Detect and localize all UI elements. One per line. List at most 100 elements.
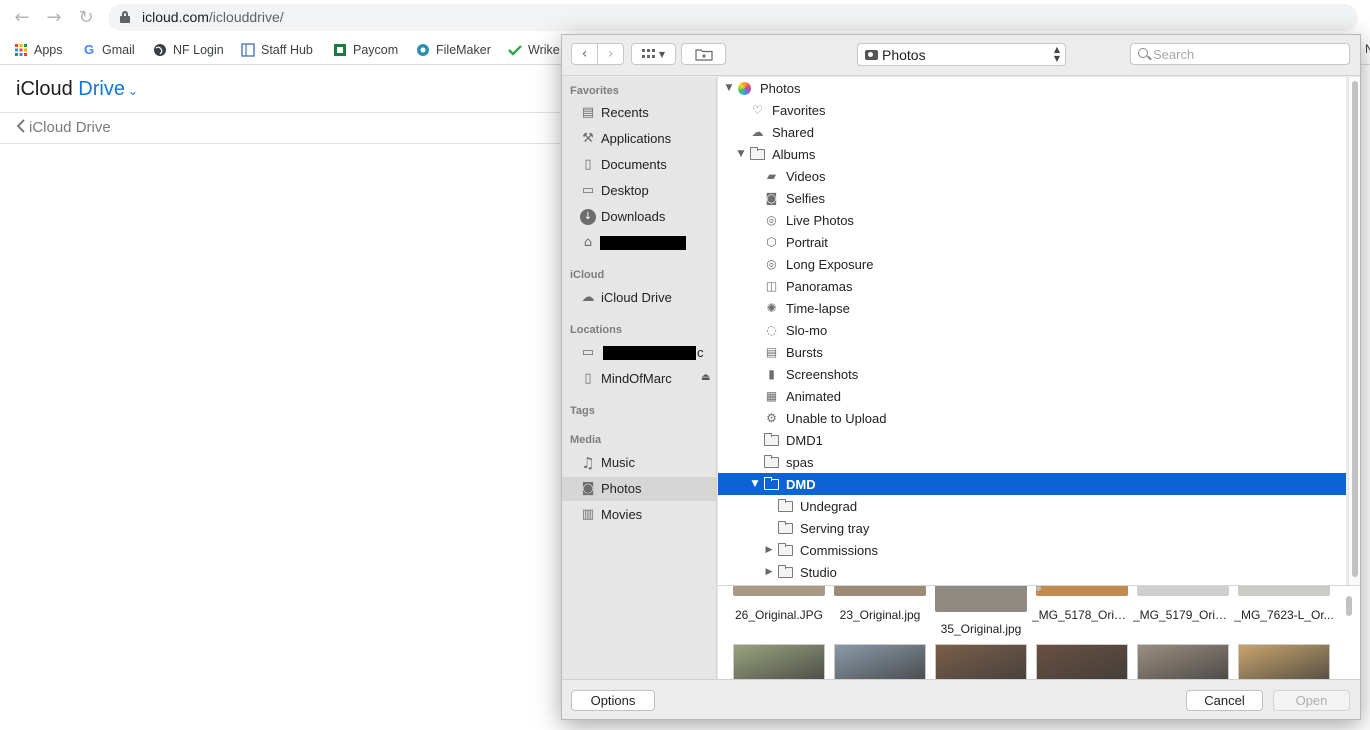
google-g-icon: G (83, 42, 95, 57)
bookmark-label: Gmail (102, 43, 135, 57)
outline-row[interactable]: Serving tray (718, 517, 1346, 539)
bookmark-apps[interactable]: Apps (14, 41, 63, 59)
outline-row[interactable]: Undegrad (718, 495, 1346, 517)
outline-row[interactable]: ▼ DMD (718, 473, 1346, 495)
outline-row[interactable]: ☁ Shared (718, 121, 1346, 143)
outline-scrollbar[interactable] (1348, 77, 1360, 585)
outline-row-label: Animated (786, 389, 841, 404)
disclosure-open-icon[interactable]: ▼ (724, 82, 734, 94)
outline-row[interactable]: ◫ Panoramas (718, 275, 1346, 297)
sidebar-item-applications[interactable]: ⚒ Applications (562, 127, 716, 151)
sidebar-item-photos[interactable]: ◙ Photos (562, 477, 716, 501)
photo-caption[interactable]: 23_Original.jpg (830, 608, 930, 622)
bookmark-paycom[interactable]: Paycom (333, 41, 398, 59)
photo-thumbnail[interactable] (1036, 644, 1128, 679)
address-bar[interactable]: icloud.com/iclouddrive/ (108, 4, 1358, 31)
outline-row[interactable]: ▤ Bursts (718, 341, 1346, 363)
photo-caption[interactable]: 35_Original.jpg (931, 622, 1031, 636)
sidebar-item-downloads[interactable]: ↓ Downloads (562, 205, 716, 229)
photo-browser-scrollbar[interactable] (1346, 596, 1352, 616)
photo-thumbnail[interactable] (1137, 586, 1229, 596)
photo-thumbnail[interactable] (733, 586, 825, 596)
back-chevron-icon[interactable]: ‹ (572, 44, 597, 64)
folder-icon (764, 477, 779, 490)
photo-thumbnail[interactable] (733, 644, 825, 679)
view-mode-button[interactable]: ▼ (631, 43, 676, 65)
sidebar-item-music[interactable]: ♫ Music (562, 451, 716, 475)
forward-chevron-icon[interactable]: › (598, 44, 623, 64)
back-arrow-icon[interactable]: ← (12, 8, 32, 28)
outline-row[interactable]: ♡ Favorites (718, 99, 1346, 121)
outline-row[interactable]: ▼ Albums (718, 143, 1346, 165)
url-text[interactable]: icloud.com/iclouddrive/ (142, 9, 284, 25)
outline-row[interactable]: ◎ Live Photos (718, 209, 1346, 231)
photo-thumbnail[interactable] (1137, 644, 1229, 679)
outline-row[interactable]: ⚙ Unable to Upload (718, 407, 1346, 429)
outline-row[interactable]: ⬡ Portrait (718, 231, 1346, 253)
bookmark-nf-login[interactable]: NF Login (153, 41, 224, 59)
photo-caption[interactable]: _MG_5179_Origi... (1133, 608, 1233, 622)
disclosure-closed-icon[interactable]: ▶ (764, 544, 774, 556)
bookmark-wrike[interactable]: Wrike (508, 41, 560, 59)
cancel-button[interactable]: Cancel (1186, 690, 1263, 711)
sidebar-item-computer[interactable]: ▭ c (562, 341, 716, 365)
outline-row-label: Videos (786, 169, 826, 184)
sidebar-item-icloud-drive[interactable]: ☁ iCloud Drive (562, 286, 716, 310)
photo-thumbnail[interactable] (935, 586, 1027, 612)
outline-row[interactable]: ▰ Videos (718, 165, 1346, 187)
forward-arrow-icon[interactable]: → (44, 8, 64, 28)
sidebar-item-documents[interactable]: ▯ Documents (562, 153, 716, 177)
page-title[interactable]: iCloud Drive ⌄ (16, 78, 138, 101)
outline-row[interactable]: ▶ Commissions (718, 539, 1346, 561)
chevron-down-icon: ▼ (658, 49, 666, 59)
reload-icon[interactable]: ↻ (76, 8, 96, 28)
outline-row[interactable]: ▼ Photos (718, 77, 1346, 99)
outline-row-label: Bursts (786, 345, 823, 360)
bookmark-filemaker[interactable]: FileMaker (416, 41, 491, 59)
applications-icon: ⚒ (582, 131, 594, 146)
outline-row[interactable]: ◎ Long Exposure (718, 253, 1346, 275)
photo-thumbnail[interactable] (1238, 586, 1330, 596)
disclosure-closed-icon[interactable]: ▶ (764, 566, 774, 578)
scrollbar-thumb[interactable] (1352, 81, 1358, 577)
photo-caption[interactable]: 26_Original.JPG (729, 608, 829, 622)
sidebar-item-desktop[interactable]: ▭ Desktop (562, 179, 716, 203)
sidebar-item-mindofmarc[interactable]: ▯ MindOfMarc ⏏ (562, 367, 716, 391)
sidebar-item-recents[interactable]: ▤ Recents (562, 101, 716, 125)
outline-row[interactable]: ◌ Slo-mo (718, 319, 1346, 341)
open-button[interactable]: Open (1273, 690, 1350, 711)
search-field[interactable] (1130, 43, 1350, 65)
photo-thumbnail[interactable] (834, 644, 926, 679)
sidebar-section-media: Media (570, 434, 602, 446)
outline-row-label: Unable to Upload (786, 411, 887, 426)
photo-thumbnail[interactable] (1036, 586, 1128, 596)
bookmark-gmail[interactable]: G Gmail (82, 41, 135, 59)
outline-row[interactable]: ✺ Time-lapse (718, 297, 1346, 319)
outline-row[interactable]: ▦ Animated (718, 385, 1346, 407)
chevron-down-icon[interactable]: ⌄ (128, 84, 138, 98)
options-button[interactable]: Options (571, 690, 655, 711)
photo-thumbnail[interactable] (834, 586, 926, 596)
sidebar-item-movies[interactable]: ▥ Movies (562, 503, 716, 527)
new-folder-button[interactable] (681, 43, 726, 65)
split-handle[interactable] (1036, 586, 1041, 591)
outline-row[interactable]: spas (718, 451, 1346, 473)
photo-caption[interactable]: _MG_5178_Origi... (1032, 608, 1132, 622)
outline-row[interactable]: ▶ Studio (718, 561, 1346, 583)
disclosure-open-icon[interactable]: ▼ (750, 478, 760, 490)
sidebar-item-home[interactable]: ⌂ (562, 231, 716, 255)
photo-thumbnail[interactable] (1238, 644, 1330, 679)
outline-row[interactable]: ◙ Selfies (718, 187, 1346, 209)
photo-thumbnail[interactable] (935, 644, 1027, 679)
location-popup[interactable]: Photos ▲ ▼ (857, 43, 1066, 66)
album-icon (778, 521, 793, 534)
bookmark-overflow[interactable]: N (1365, 42, 1370, 56)
eject-icon[interactable]: ⏏ (701, 372, 710, 383)
disclosure-open-icon[interactable]: ▼ (736, 148, 746, 160)
search-input[interactable] (1153, 46, 1343, 62)
bookmark-staff-hub[interactable]: Staff Hub (241, 41, 313, 59)
breadcrumb[interactable]: iCloud Drive (16, 119, 111, 136)
outline-row[interactable]: ▮ Screenshots (718, 363, 1346, 385)
outline-row[interactable]: DMD1 (718, 429, 1346, 451)
photo-caption[interactable]: _MG_7623-L_Or... (1234, 608, 1334, 622)
